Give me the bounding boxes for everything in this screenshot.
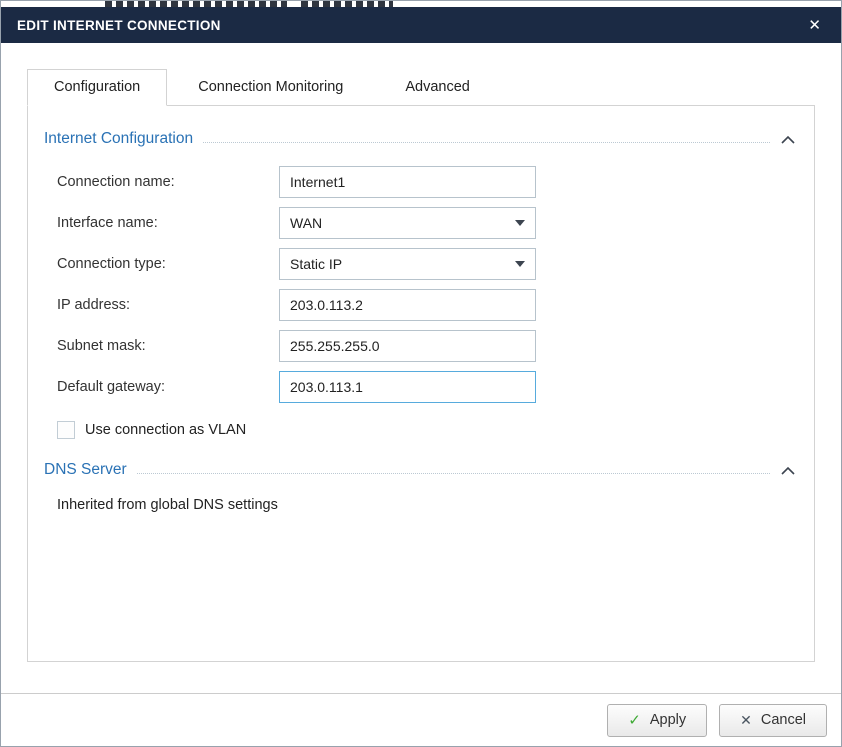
interface-name-label: Interface name: <box>57 215 279 231</box>
cancel-button[interactable]: ✕ Cancel <box>719 704 827 737</box>
subnet-mask-input[interactable] <box>279 330 536 362</box>
connection-type-label: Connection type: <box>57 256 279 272</box>
internet-configuration-section-header: Internet Configuration <box>44 130 796 148</box>
tab-configuration[interactable]: Configuration <box>27 69 167 106</box>
collapse-chevron-icon[interactable] <box>780 466 796 476</box>
internet-configuration-form: Connection name: Interface name: WAN Con… <box>57 166 796 439</box>
background-window-edge <box>1 1 841 7</box>
default-gateway-input[interactable] <box>279 371 536 403</box>
vlan-checkbox-row: Use connection as VLAN <box>57 421 796 439</box>
dialog-footer: ✓ Apply ✕ Cancel <box>1 693 841 746</box>
cancel-button-label: Cancel <box>761 712 806 728</box>
dialog-titlebar: EDIT INTERNET CONNECTION ✕ <box>1 7 841 43</box>
connection-type-select[interactable]: Static IP <box>279 248 536 280</box>
form-row-default-gateway: Default gateway: <box>57 371 796 403</box>
check-icon: ✓ <box>628 711 641 729</box>
dns-inherited-text: Inherited from global DNS settings <box>57 497 796 513</box>
dialog-title: EDIT INTERNET CONNECTION <box>17 18 804 33</box>
form-row-ip-address: IP address: <box>57 289 796 321</box>
edit-internet-connection-dialog: EDIT INTERNET CONNECTION ✕ Configuration… <box>0 0 842 747</box>
section-divider <box>203 142 770 143</box>
dns-server-title: DNS Server <box>44 461 137 479</box>
dns-server-section-header: DNS Server <box>44 461 796 479</box>
close-icon[interactable]: ✕ <box>804 14 825 37</box>
interface-name-select[interactable]: WAN <box>279 207 536 239</box>
connection-name-label: Connection name: <box>57 174 279 190</box>
internet-configuration-title: Internet Configuration <box>44 130 203 148</box>
x-icon: ✕ <box>740 712 752 729</box>
default-gateway-label: Default gateway: <box>57 379 279 395</box>
dns-server-section: DNS Server Inherited from global DNS set… <box>57 461 796 513</box>
form-row-interface-name: Interface name: WAN <box>57 207 796 239</box>
background-clipped-text <box>301 1 393 7</box>
apply-button[interactable]: ✓ Apply <box>607 704 707 737</box>
apply-button-label: Apply <box>650 712 686 728</box>
section-divider <box>137 473 770 474</box>
connection-type-value: Static IP <box>290 256 342 272</box>
collapse-chevron-icon[interactable] <box>780 135 796 145</box>
form-row-connection-type: Connection type: Static IP <box>57 248 796 280</box>
subnet-mask-label: Subnet mask: <box>57 338 279 354</box>
configuration-panel: Internet Configuration Connection name: … <box>27 105 815 662</box>
vlan-checkbox[interactable] <box>57 421 75 439</box>
interface-name-value: WAN <box>290 215 322 231</box>
chevron-down-icon <box>515 220 525 226</box>
vlan-checkbox-label: Use connection as VLAN <box>85 422 246 438</box>
tab-bar: Configuration Connection Monitoring Adva… <box>27 69 815 105</box>
chevron-down-icon <box>515 261 525 267</box>
tab-advanced[interactable]: Advanced <box>374 69 501 106</box>
ip-address-input[interactable] <box>279 289 536 321</box>
dialog-content: Configuration Connection Monitoring Adva… <box>1 43 841 662</box>
tab-connection-monitoring[interactable]: Connection Monitoring <box>167 69 374 106</box>
background-clipped-text <box>105 1 287 7</box>
connection-name-input[interactable] <box>279 166 536 198</box>
form-row-subnet-mask: Subnet mask: <box>57 330 796 362</box>
ip-address-label: IP address: <box>57 297 279 313</box>
form-row-connection-name: Connection name: <box>57 166 796 198</box>
